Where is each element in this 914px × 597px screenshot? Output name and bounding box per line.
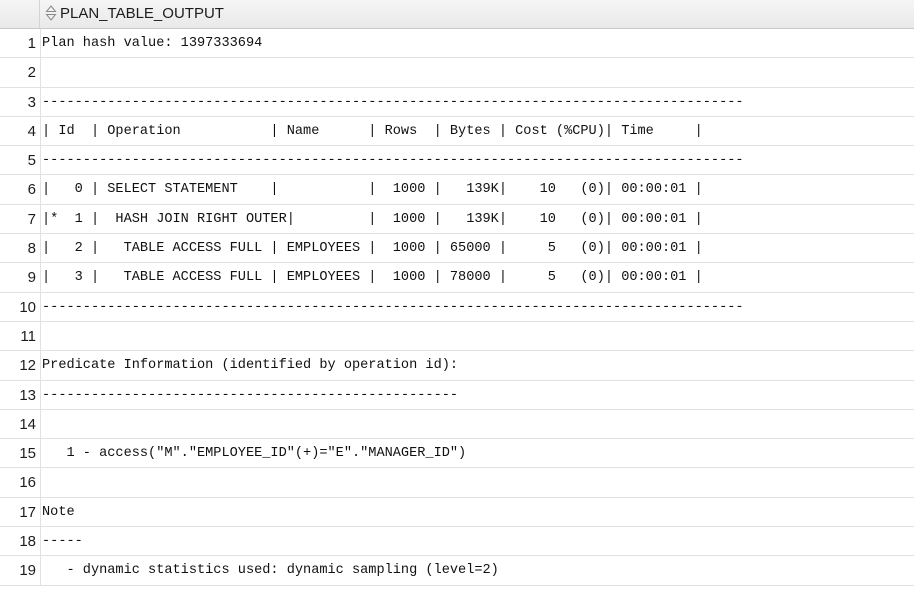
table-row[interactable]: 7 |* 1 | HASH JOIN RIGHT OUTER| | 1000 | … [0, 204, 914, 235]
row-number-header[interactable] [0, 0, 40, 28]
plan-output-cell[interactable]: - dynamic statistics used: dynamic sampl… [40, 556, 914, 585]
plan-output-cell[interactable]: | 3 | TABLE ACCESS FULL | EMPLOYEES | 10… [40, 263, 914, 292]
table-row[interactable]: 14 [0, 409, 914, 440]
table-row[interactable]: 15 1 - access("M"."EMPLOYEE_ID"(+)="E"."… [0, 439, 914, 469]
row-number[interactable]: 11 [0, 322, 36, 350]
plan-output-cell[interactable]: Plan hash value: 1397333694 [40, 29, 914, 58]
plan-output-cell[interactable]: ----------------------------------------… [40, 380, 914, 409]
grid-header: PLAN_TABLE_OUTPUT [0, 0, 914, 29]
row-number[interactable]: 19 [0, 556, 36, 584]
plan-output-cell[interactable]: | Id | Operation | Name | Rows | Bytes |… [40, 116, 914, 146]
table-row[interactable]: 11 [0, 321, 914, 352]
table-row[interactable]: 18 ----- [0, 527, 914, 557]
row-number[interactable]: 10 [0, 293, 36, 321]
plan-output-cell[interactable]: | 2 | TABLE ACCESS FULL | EMPLOYEES | 10… [40, 234, 914, 263]
table-row[interactable]: 2 [0, 58, 914, 88]
table-row[interactable]: 10 --------------------------------------… [0, 292, 914, 322]
table-row[interactable]: 13 --------------------------------------… [0, 380, 914, 410]
row-number[interactable]: 7 [0, 205, 36, 233]
plan-output-cell[interactable]: Predicate Information (identified by ope… [40, 351, 914, 380]
column-header-plan-table-output[interactable]: PLAN_TABLE_OUTPUT [45, 0, 224, 28]
table-row[interactable]: 8 | 2 | TABLE ACCESS FULL | EMPLOYEES | 1… [0, 234, 914, 264]
row-number[interactable]: 15 [0, 439, 36, 467]
column-header-label: PLAN_TABLE_OUTPUT [60, 5, 224, 22]
table-row[interactable]: 9 | 3 | TABLE ACCESS FULL | EMPLOYEES | 1… [0, 263, 914, 293]
plan-output-cell[interactable] [40, 321, 914, 351]
row-number[interactable]: 4 [0, 117, 36, 145]
row-number[interactable]: 5 [0, 146, 36, 174]
row-number[interactable]: 14 [0, 410, 36, 438]
plan-output-cell[interactable] [40, 468, 914, 497]
plan-output-cell[interactable]: ----------------------------------------… [40, 146, 914, 175]
plan-output-cell[interactable]: |* 1 | HASH JOIN RIGHT OUTER| | 1000 | 1… [40, 204, 914, 234]
table-row[interactable]: 5 ---------------------------------------… [0, 146, 914, 176]
table-row[interactable]: 16 [0, 468, 914, 498]
plan-output-cell[interactable]: Note [40, 497, 914, 527]
row-number[interactable]: 1 [0, 29, 36, 57]
row-number[interactable]: 13 [0, 381, 36, 409]
row-number[interactable]: 18 [0, 527, 36, 555]
table-row[interactable]: 1 Plan hash value: 1397333694 [0, 29, 914, 59]
row-number[interactable]: 2 [0, 58, 36, 86]
result-grid[interactable]: 1 Plan hash value: 1397333694 2 3 ----------… [0, 29, 914, 586]
row-number[interactable]: 12 [0, 351, 36, 379]
plan-output-cell[interactable]: 1 - access("M"."EMPLOYEE_ID"(+)="E"."MAN… [40, 439, 914, 468]
row-number[interactable]: 17 [0, 498, 36, 526]
table-row[interactable]: 4 | Id | Operation | Name | Rows | Bytes … [0, 116, 914, 147]
plan-output-cell[interactable]: ----- [40, 527, 914, 556]
row-number[interactable]: 16 [0, 468, 36, 496]
sort-icon[interactable] [45, 3, 57, 21]
table-row[interactable]: 6 | 0 | SELECT STATEMENT | | 1000 | 139K|… [0, 175, 914, 205]
row-number[interactable]: 3 [0, 88, 36, 116]
plan-output-cell[interactable]: | 0 | SELECT STATEMENT | | 1000 | 139K| … [40, 175, 914, 204]
table-row[interactable]: 12 Predicate Information (identified by o… [0, 351, 914, 381]
plan-output-cell[interactable]: ----------------------------------------… [40, 87, 914, 116]
plan-output-cell[interactable] [40, 409, 914, 439]
row-number[interactable]: 8 [0, 234, 36, 262]
plan-output-cell[interactable] [40, 58, 914, 87]
table-row[interactable]: 19 - dynamic statistics used: dynamic sa… [0, 556, 914, 586]
row-number[interactable]: 9 [0, 263, 36, 291]
plan-output-cell[interactable]: ----------------------------------------… [40, 292, 914, 321]
table-row[interactable]: 3 ---------------------------------------… [0, 87, 914, 117]
table-row[interactable]: 17 Note [0, 497, 914, 528]
row-number[interactable]: 6 [0, 175, 36, 203]
